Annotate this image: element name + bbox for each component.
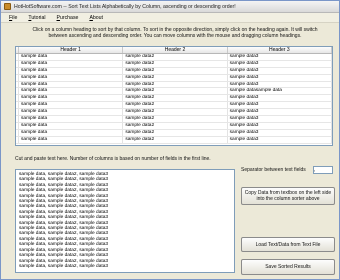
table-row[interactable]: sample data sample data2 sample data3 — [16, 136, 332, 144]
app-window: HotHotSoftware.com -- Sort Text Lists Al… — [0, 0, 340, 280]
table-cell[interactable]: sample data — [19, 136, 124, 143]
table-cell[interactable]: sample data2 — [123, 102, 228, 109]
table-row[interactable]: sample data sample data2 sample data3 — [16, 81, 332, 89]
copy-button-line-2: into the column sorter above — [256, 196, 320, 202]
table-cell[interactable]: sample data — [19, 122, 124, 129]
table-cell[interactable]: sample data2 — [123, 129, 228, 136]
table-row[interactable]: sample data sample data2 sample datasample… — [16, 88, 332, 96]
menu-bar: File Tutorial Purchase About — [1, 13, 339, 23]
table-cell[interactable]: sample data2 — [123, 88, 228, 95]
table-cell[interactable]: sample data3 — [228, 74, 332, 81]
table-cell[interactable]: sample data — [19, 88, 124, 95]
table-header-row: Header 1 Header 2 Header 3 — [16, 47, 332, 54]
separator-label: Separator between text fields — [241, 167, 306, 173]
load-file-button[interactable]: Load Text/Data from Text File — [241, 237, 335, 252]
table-row[interactable]: sample data sample data2 sample data3 — [16, 54, 332, 61]
table-row[interactable]: sample data sample data2 sample data3 — [16, 74, 332, 82]
table-cell[interactable]: sample data2 — [123, 109, 228, 116]
table-row[interactable]: sample data sample data2 sample data3 — [16, 67, 332, 75]
table-row[interactable]: sample data sample data2 sample data3 — [16, 102, 332, 110]
table-cell[interactable]: sample data — [19, 60, 124, 67]
menu-tutorial[interactable]: Tutorial — [28, 15, 45, 21]
table-row[interactable]: sample data sample data2 sample data3 — [16, 129, 332, 137]
table-cell[interactable]: sample data3 — [228, 67, 332, 74]
paste-textarea[interactable]: sample data, sample data2, sample data3 s… — [15, 169, 235, 273]
copy-data-button[interactable]: Copy Data from textbox on the left side … — [241, 187, 335, 205]
table-cell[interactable]: sample data3 — [228, 129, 332, 136]
table-row[interactable]: sample data sample data2 sample data3 — [16, 116, 332, 123]
save-results-button[interactable]: Save Sorted Results — [241, 259, 335, 275]
table-cell[interactable]: sample data — [19, 102, 124, 109]
table-cell[interactable]: sample data2 — [123, 122, 228, 129]
instructions-text: Click on a column heading to sort by tha… — [15, 27, 335, 39]
table-cell[interactable]: sample data2 — [123, 67, 228, 74]
column-header-2[interactable]: Header 2 — [123, 47, 228, 53]
app-icon — [4, 3, 11, 10]
table-row[interactable]: sample data sample data2 sample data3 — [16, 122, 332, 130]
menu-about[interactable]: About — [89, 15, 103, 21]
table-cell[interactable]: sample data3 — [228, 54, 332, 60]
instructions-line-2: between ascending and descending order. … — [48, 33, 302, 39]
table-cell[interactable]: sample data — [19, 129, 124, 136]
table-cell[interactable]: sample data2 — [123, 136, 228, 143]
table-cell[interactable]: sample data3 — [228, 116, 332, 122]
title-bar[interactable]: HotHotSoftware.com -- Sort Text Lists Al… — [1, 1, 339, 13]
table-cell[interactable]: sample data3 — [228, 81, 332, 88]
menu-file[interactable]: File — [9, 15, 17, 21]
table-cell[interactable]: sample data — [19, 67, 124, 74]
table-cell[interactable]: sample data3 — [228, 122, 332, 129]
table-cell[interactable]: sample data3 — [228, 109, 332, 116]
table-cell[interactable]: sample data — [19, 74, 124, 81]
table-cell[interactable]: sample data2 — [123, 95, 228, 102]
window-title: HotHotSoftware.com -- Sort Text Lists Al… — [14, 3, 236, 10]
sort-table[interactable]: Header 1 Header 2 Header 3 sample data sa… — [15, 46, 333, 146]
column-header-1[interactable]: Header 1 — [19, 47, 124, 53]
table-cell[interactable]: sample data3 — [228, 136, 332, 143]
table-cell[interactable]: sample data2 — [123, 54, 228, 60]
table-cell[interactable]: sample data3 — [228, 60, 332, 67]
table-cell[interactable]: sample data — [19, 116, 124, 122]
menu-purchase[interactable]: Purchase — [57, 15, 79, 21]
table-row[interactable]: sample data sample data2 sample data3 — [16, 60, 332, 68]
table-row[interactable]: sample data sample data2 sample data3 — [16, 95, 332, 103]
table-cell[interactable]: sample data2 — [123, 60, 228, 67]
table-cell[interactable]: sample data — [19, 95, 124, 102]
table-cell[interactable]: sample data — [19, 54, 124, 60]
table-cell[interactable]: sample datasample data — [228, 88, 332, 95]
table-cell[interactable]: sample data — [19, 81, 124, 88]
table-cell[interactable]: sample data3 — [228, 95, 332, 102]
column-header-3[interactable]: Header 3 — [228, 47, 332, 53]
cut-paste-label: Cut and paste text here. Number of colum… — [15, 156, 211, 162]
table-cell[interactable]: sample data3 — [228, 102, 332, 109]
text-line: sample data, sample data2, sample data3 — [19, 263, 109, 269]
table-cell[interactable]: sample data — [19, 109, 124, 116]
separator-input[interactable]: , — [313, 166, 333, 174]
table-cell[interactable]: sample data2 — [123, 116, 228, 122]
table-body: sample data sample data2 sample data3 sampl… — [16, 54, 332, 144]
table-cell[interactable]: sample data2 — [123, 74, 228, 81]
table-cell[interactable]: sample data2 — [123, 81, 228, 88]
table-row[interactable]: sample data sample data2 sample data3 — [16, 109, 332, 117]
